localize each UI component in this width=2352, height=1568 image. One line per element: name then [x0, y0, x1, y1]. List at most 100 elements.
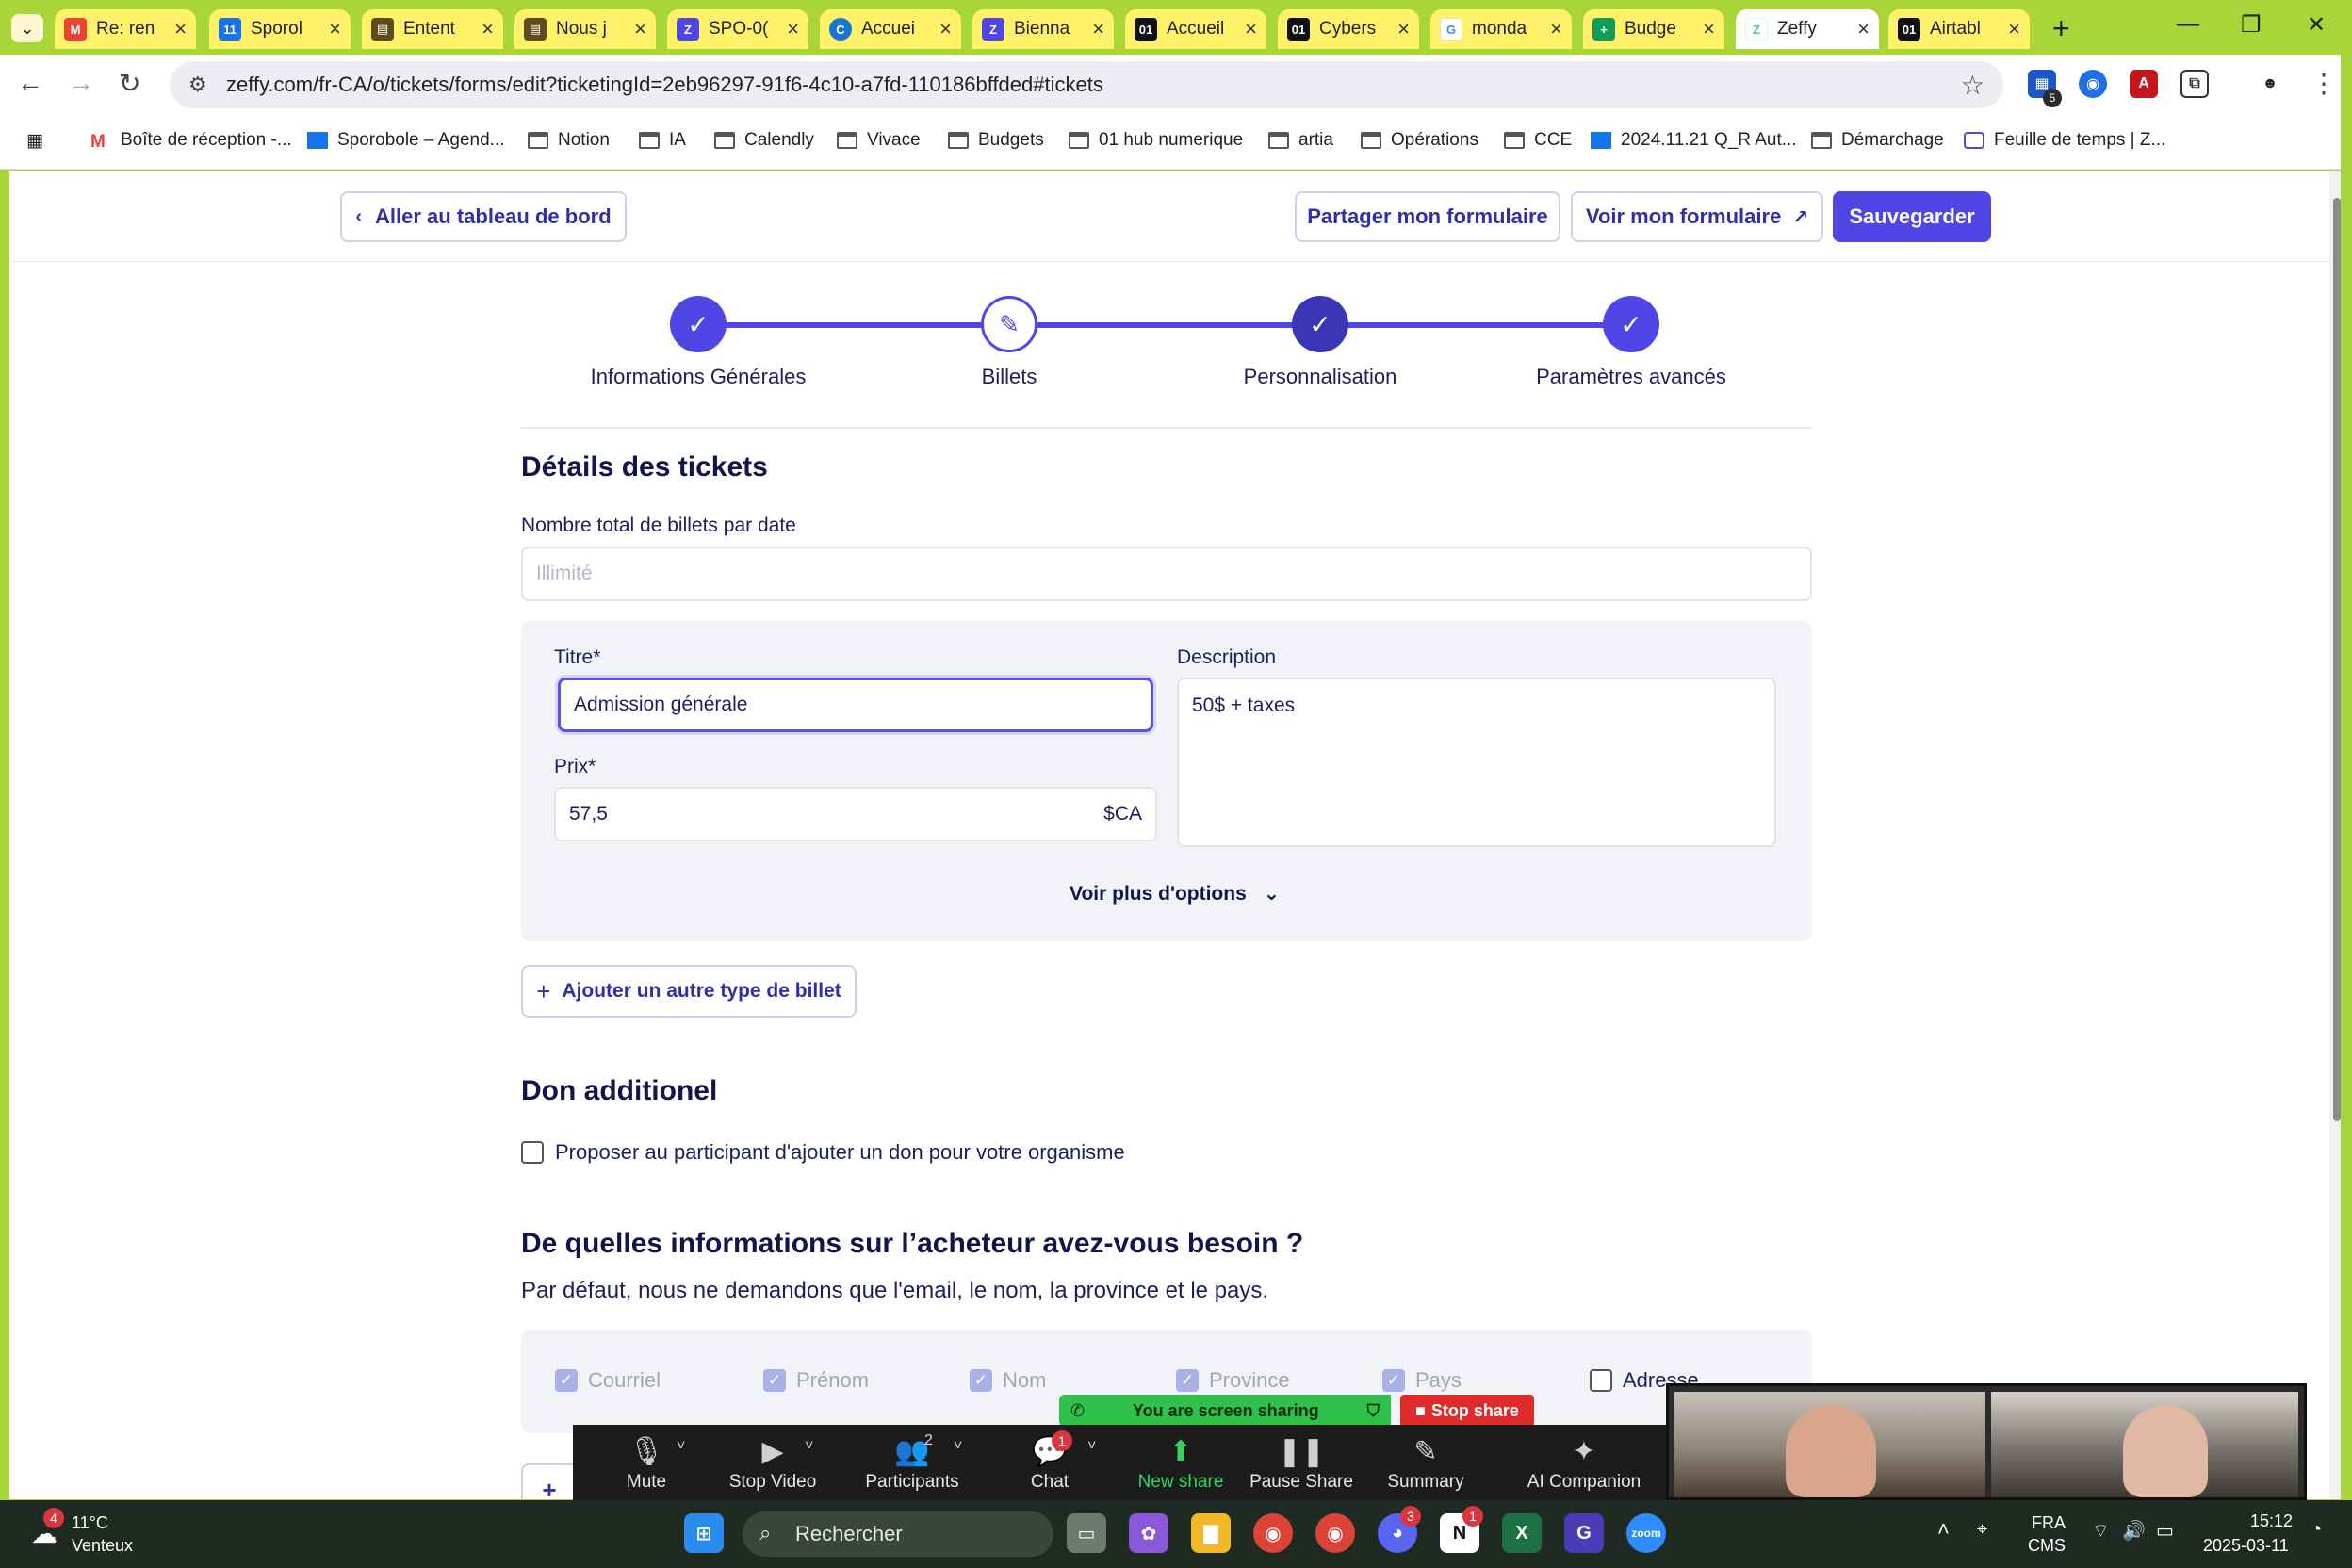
- step-4-check-icon[interactable]: ✓: [1603, 296, 1659, 352]
- bookmark-folder[interactable]: Budgets: [948, 130, 1044, 151]
- bookmark-folder[interactable]: 01 hub numerique: [1069, 130, 1243, 151]
- kebab-menu-icon[interactable]: ⋮: [2311, 68, 2337, 99]
- close-tab-icon[interactable]: ×: [174, 17, 187, 41]
- close-tab-icon[interactable]: ×: [634, 17, 646, 41]
- app-icon[interactable]: G: [1564, 1513, 1604, 1553]
- zoom-mute-button[interactable]: 🎙 Mute: [611, 1425, 682, 1500]
- step-3-check-icon[interactable]: ✓: [1292, 296, 1348, 352]
- view-form-button[interactable]: Voir mon formulaire ↗: [1571, 191, 1823, 242]
- chrome-icon[interactable]: ◉: [1253, 1513, 1293, 1553]
- reload-icon[interactable]: ↻: [119, 68, 140, 99]
- close-tab-icon[interactable]: ×: [482, 17, 494, 41]
- minimize-icon[interactable]: —: [2177, 11, 2199, 38]
- apps-grid-icon[interactable]: ▦: [26, 130, 43, 152]
- tray-chevron-up-icon[interactable]: ˄: [1937, 1517, 1950, 1542]
- share-form-button[interactable]: Partager mon formulaire: [1295, 191, 1560, 242]
- close-tab-icon[interactable]: ×: [1092, 17, 1104, 41]
- step-3-label[interactable]: Personnalisation: [1151, 365, 1490, 389]
- taskbar-search[interactable]: ⌕ Rechercher: [743, 1511, 1054, 1557]
- close-tab-icon[interactable]: ×: [329, 17, 341, 41]
- bookmark-star-icon[interactable]: ☆: [1961, 70, 1984, 101]
- browser-tab[interactable]: M Re: ren ×: [55, 9, 196, 49]
- field-email-checkbox[interactable]: ✓: [555, 1369, 578, 1392]
- weather-desc[interactable]: Venteux: [72, 1536, 133, 1556]
- browser-tab[interactable]: 01 Accueil ×: [1125, 9, 1266, 49]
- network-location-icon[interactable]: ⌖: [1977, 1519, 1987, 1541]
- bookmark-zeffy[interactable]: Feuille de temps | Z...: [1964, 130, 2165, 151]
- weather-temp[interactable]: 11°C: [72, 1513, 108, 1533]
- browser-tab[interactable]: ▤ Entent ×: [362, 9, 503, 49]
- close-tab-icon[interactable]: ×: [787, 17, 799, 41]
- bookmark-folder[interactable]: CCE: [1504, 130, 1572, 151]
- field-address-checkbox[interactable]: [1590, 1369, 1612, 1392]
- stop-share-button[interactable]: ■ Stop share: [1400, 1395, 1534, 1427]
- field-lastname-checkbox[interactable]: ✓: [970, 1369, 992, 1392]
- file-explorer-icon[interactable]: ▇: [1191, 1513, 1231, 1553]
- back-to-dashboard-button[interactable]: ‹ Aller au tableau de bord: [340, 191, 627, 242]
- task-view-icon[interactable]: ▭: [1067, 1513, 1106, 1553]
- site-info-icon[interactable]: ⚙: [188, 73, 207, 97]
- back-arrow-icon[interactable]: ←: [17, 68, 43, 98]
- donation-checkbox-label[interactable]: Proposer au participant d'ajouter un don…: [555, 1140, 1125, 1165]
- pdf-extension-icon[interactable]: A: [2130, 70, 2158, 98]
- browser-tab[interactable]: Z Bienna ×: [972, 9, 1114, 49]
- more-options-toggle[interactable]: Voir plus d'options ⌄: [1070, 882, 1280, 906]
- windows-start-icon[interactable]: ⊞: [684, 1513, 724, 1553]
- scrollbar-thumb[interactable]: [2333, 198, 2341, 1121]
- tab-search-button[interactable]: ⌄: [11, 14, 43, 42]
- close-window-icon[interactable]: ✕: [2307, 11, 2326, 39]
- zoom-new-share-button[interactable]: ⬆ New share: [1129, 1425, 1233, 1500]
- browser-tab[interactable]: Z SPO-0( ×: [667, 9, 808, 49]
- bookmark-folder[interactable]: IA: [639, 130, 686, 151]
- zoom-participants-button[interactable]: 👥 Participants: [854, 1425, 971, 1500]
- browser-tab[interactable]: 01 Airtabl ×: [1888, 9, 2030, 49]
- bookmark-sporobole[interactable]: Sporobole – Agend...: [307, 130, 504, 151]
- chrome-profile-icon[interactable]: ◉: [1315, 1513, 1355, 1553]
- step-4-label[interactable]: Paramètres avancés: [1462, 365, 1801, 389]
- field-province-checkbox[interactable]: ✓: [1176, 1369, 1199, 1392]
- zoom-pause-share-button[interactable]: ❚❚ Pause Share: [1250, 1425, 1353, 1500]
- zoom-icon[interactable]: zoom: [1626, 1513, 1666, 1553]
- excel-icon[interactable]: X: [1502, 1513, 1542, 1553]
- step-2-label[interactable]: Billets: [840, 365, 1179, 389]
- browser-tab[interactable]: ▤ Nous j ×: [514, 9, 656, 49]
- bookmark-folder[interactable]: Démarchage: [1811, 130, 1944, 151]
- volume-icon[interactable]: 🔊: [2122, 1519, 2146, 1543]
- address-bar[interactable]: ⚙ zeffy.com/fr-CA/o/tickets/forms/edit?t…: [170, 61, 2003, 108]
- grammar-extension-icon[interactable]: ◉: [2079, 70, 2107, 98]
- input-method[interactable]: CMS: [2028, 1536, 2066, 1556]
- close-tab-icon[interactable]: ×: [1703, 17, 1715, 41]
- browser-tab-active[interactable]: Z Zeffy ×: [1736, 9, 1879, 49]
- notification-bell-icon[interactable]: ◔: [2311, 1519, 2322, 1541]
- save-button[interactable]: Sauvegarder: [1833, 191, 1991, 242]
- chevron-up-icon[interactable]: ˅: [677, 1438, 685, 1455]
- total-tickets-input[interactable]: Illimité: [521, 547, 1812, 601]
- bookmark-folder[interactable]: Vivace: [837, 130, 921, 151]
- browser-tab[interactable]: 01 Cybers ×: [1278, 9, 1419, 49]
- profile-avatar-icon[interactable]: ☻: [2256, 70, 2284, 98]
- close-tab-icon[interactable]: ×: [939, 17, 952, 41]
- participant-video[interactable]: [1674, 1392, 1985, 1497]
- browser-tab[interactable]: 11 Sporol ×: [209, 9, 351, 49]
- puzzle-extensions-icon[interactable]: ⧉: [2180, 70, 2209, 98]
- bookmark-folder[interactable]: Opérations: [1361, 130, 1478, 151]
- step-2-pencil-icon[interactable]: ✎: [981, 296, 1037, 352]
- wifi-icon[interactable]: ⌔: [2092, 1519, 2110, 1543]
- maximize-icon[interactable]: ❐: [2241, 11, 2262, 39]
- battery-icon[interactable]: ▭: [2156, 1519, 2174, 1543]
- ticket-description-textarea[interactable]: 50$ + taxes: [1177, 678, 1776, 847]
- new-tab-button[interactable]: +: [2052, 11, 2070, 46]
- bookmark-gmail[interactable]: M Boîte de réception -...: [90, 130, 292, 152]
- forward-arrow-icon[interactable]: →: [68, 68, 94, 98]
- zoom-summary-button[interactable]: ✎ Summary: [1383, 1425, 1468, 1500]
- chevron-up-icon[interactable]: ˅: [805, 1438, 813, 1455]
- bookmark-doc[interactable]: 2024.11.21 Q_R Aut...: [1591, 130, 1797, 151]
- zoom-stop-video-button[interactable]: ▶ Stop Video: [714, 1425, 831, 1500]
- clock-time[interactable]: 15:12: [2250, 1511, 2293, 1531]
- add-field-button[interactable]: +: [521, 1463, 578, 1499]
- participant-video[interactable]: [1991, 1392, 2298, 1497]
- step-1-check-icon[interactable]: ✓: [670, 296, 727, 352]
- ticket-price-input[interactable]: 57,5 $CA: [554, 787, 1157, 841]
- step-1-label[interactable]: Informations Générales: [529, 365, 868, 389]
- close-tab-icon[interactable]: ×: [1550, 17, 1562, 41]
